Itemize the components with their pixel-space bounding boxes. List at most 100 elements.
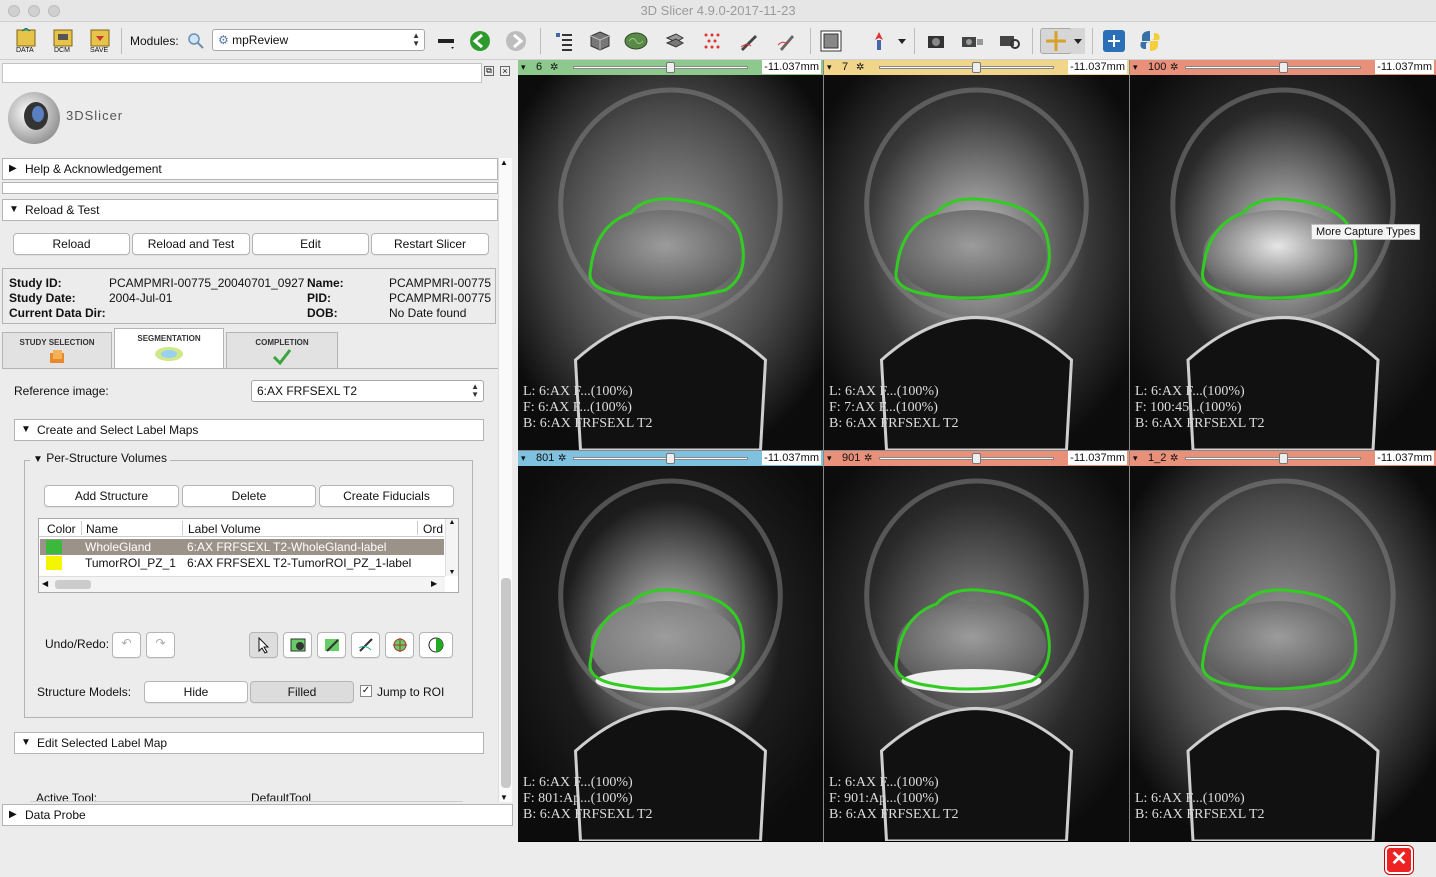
restart-slicer-button[interactable]: Restart Slicer (371, 233, 489, 255)
mouse-mode-button[interactable] (1040, 28, 1072, 54)
arrow-left-icon (470, 31, 490, 51)
level-tracing-button[interactable] (351, 632, 380, 658)
redo-button[interactable]: ↷ (146, 632, 175, 658)
forward-button[interactable] (503, 28, 529, 54)
slice-offset-slider[interactable] (879, 62, 1054, 73)
module-selector[interactable]: ⚙ mpReview ▲ ▼ (212, 29, 425, 51)
segment-editor-module-button[interactable] (773, 28, 799, 54)
undo-button[interactable]: ↶ (112, 632, 141, 658)
tracing-icon (358, 638, 373, 652)
mouse-mode-menu-button[interactable] (1071, 28, 1085, 54)
reload-test-section[interactable]: ▼ Reload & Test (2, 199, 498, 221)
crosshair-menu-button[interactable] (889, 28, 915, 54)
hide-models-button[interactable]: Hide (144, 681, 248, 703)
slider-knob[interactable] (1279, 453, 1288, 464)
slice-controller[interactable]: ▾ 901 ✲ -11.037mm (824, 451, 1129, 466)
models-module-button[interactable] (623, 28, 649, 54)
slice-view[interactable]: ▾ 100 ✲ -11.037mm L: 6:AX F...(100%) F: 100:4… (1130, 60, 1436, 450)
close-icon[interactable]: × (500, 66, 510, 76)
help-section[interactable]: ▶ Help & Acknowledgement (2, 158, 498, 180)
pin-icon[interactable]: ▾ (827, 60, 832, 75)
minimize-window-button[interactable] (28, 5, 40, 17)
extension-manager-button[interactable] (1101, 28, 1127, 54)
pin-icon[interactable]: ▾ (521, 60, 526, 75)
screenshot-button[interactable] (923, 28, 949, 54)
slice-controller[interactable]: ▾ 1_2 ✲ -11.037mm (1130, 451, 1436, 466)
python-console-button[interactable] (1137, 28, 1163, 54)
markups-module-button[interactable] (699, 28, 725, 54)
default-tool-button[interactable] (249, 632, 278, 658)
threshold-tool-button[interactable] (419, 632, 453, 658)
slider-knob[interactable] (1279, 62, 1288, 73)
slice-controller[interactable]: ▾ 801 ✲ -11.037mm (518, 451, 823, 466)
error-log-icon[interactable]: ✕ (1385, 846, 1413, 874)
pin-icon[interactable]: ▾ (827, 451, 832, 466)
transforms-module-button[interactable] (662, 28, 688, 54)
expand-icon: ▶ (9, 809, 17, 820)
slice-offset-slider[interactable] (1185, 62, 1361, 73)
reload-button[interactable]: Reload (13, 233, 130, 255)
dicom-button[interactable]: DCM (50, 28, 76, 54)
tab-segmentation[interactable]: SEGMENTATION (114, 328, 224, 370)
slice-view[interactable]: ▾ 1_2 ✲ -11.037mm L: 6:AX F...(100%) B: 6:AX … (1130, 451, 1436, 841)
wand-tool-button[interactable] (385, 632, 414, 658)
slice-controller[interactable]: ▾ 7 ✲ -11.037mm (824, 60, 1129, 75)
filled-models-button[interactable]: Filled (250, 681, 354, 703)
undock-icon[interactable]: ⧉ (484, 66, 494, 76)
camera-search-icon (1000, 36, 1020, 49)
slice-view[interactable]: ▾ 901 ✲ -11.037mm L: 6:AX F...(100%) F: 901:A… (824, 451, 1129, 841)
slice-offset-slider[interactable] (573, 453, 748, 464)
module-history-button[interactable] (433, 28, 459, 54)
load-data-button[interactable]: DATA (13, 28, 39, 54)
slider-knob[interactable] (666, 453, 675, 464)
add-structure-button[interactable]: Add Structure (44, 485, 179, 507)
tab-study-selection[interactable]: STUDY SELECTION (2, 332, 112, 368)
module-scrollbar[interactable]: ▲ ▼ (498, 158, 512, 802)
edit-selected-section[interactable]: ▼ Edit Selected Label Map (14, 732, 484, 754)
table-vscroll[interactable]: ▲ ▼ (445, 519, 458, 576)
data-probe-section[interactable]: ▶ Data Probe (2, 804, 513, 826)
slice-view[interactable]: ▾ 7 ✲ -11.037mm L: 6:AX F...(100%) F: 7:AX F.… (824, 60, 1129, 450)
reload-and-test-button[interactable]: Reload and Test (132, 233, 250, 255)
slice-offset-slider[interactable] (1185, 453, 1361, 464)
more-capture-types-button[interactable] (997, 28, 1023, 54)
slice-controller[interactable]: ▾ 100 ✲ -11.037mm (1130, 60, 1436, 75)
data-module-button[interactable] (551, 28, 577, 54)
zoom-window-button[interactable] (48, 5, 60, 17)
per-structure-header[interactable]: ▼ Per-Structure Volumes (30, 451, 170, 465)
back-button[interactable] (467, 28, 493, 54)
slice-view[interactable]: ▾ 6 ✲ -11.037mm L: 6:AX F...(100%) F: 6:AX F.… (518, 60, 823, 450)
slice-controller[interactable]: ▾ 6 ✲ -11.037mm (518, 60, 823, 75)
save-button[interactable]: SAVE (87, 28, 113, 54)
slice-offset-slider[interactable] (879, 453, 1054, 464)
slider-knob[interactable] (972, 62, 981, 73)
scroll-thumb[interactable] (501, 578, 511, 788)
paint-tool-button[interactable] (283, 632, 312, 658)
slider-knob[interactable] (972, 453, 981, 464)
slice-view[interactable]: ▾ 801 ✲ -11.037mm L: 6:AX F...(100%) F: 801:A… (518, 451, 823, 841)
slice-offset-slider[interactable] (573, 62, 748, 73)
volumes-module-button[interactable] (587, 28, 613, 54)
pin-icon[interactable]: ▾ (1133, 60, 1138, 75)
pin-icon[interactable]: ▾ (521, 451, 526, 466)
table-hscroll[interactable]: ◀ ▶ (39, 576, 445, 592)
table-row[interactable]: TumorROI_PZ_1 6:AX FRFSEXL T2-TumorROI_P… (40, 555, 444, 571)
capture-scene-button[interactable] (959, 28, 985, 54)
draw-tool-button[interactable] (317, 632, 346, 658)
table-row[interactable]: WholeGland 6:AX FRFSEXL T2-WholeGland-la… (40, 539, 444, 555)
reference-image-select[interactable]: 6:AX FRFSEXL T2 ▲ ▼ (251, 380, 484, 402)
layout-button[interactable] (818, 28, 844, 54)
create-fiducials-button[interactable]: Create Fiducials (319, 485, 454, 507)
mri-slice-image[interactable] (1130, 466, 1436, 841)
module-search-button[interactable] (183, 28, 209, 54)
close-window-button[interactable] (8, 5, 20, 17)
editor-module-button[interactable] (736, 28, 762, 54)
jump-to-roi-checkbox[interactable]: ✓ (360, 685, 372, 697)
slice-view-name: 6 (536, 61, 543, 73)
delete-structure-button[interactable]: Delete (182, 485, 316, 507)
tab-completion[interactable]: COMPLETION (226, 332, 338, 368)
pin-icon[interactable]: ▾ (1133, 451, 1138, 466)
edit-button[interactable]: Edit (252, 233, 369, 255)
create-select-section[interactable]: ▼ Create and Select Label Maps (14, 419, 484, 441)
slider-knob[interactable] (666, 62, 675, 73)
